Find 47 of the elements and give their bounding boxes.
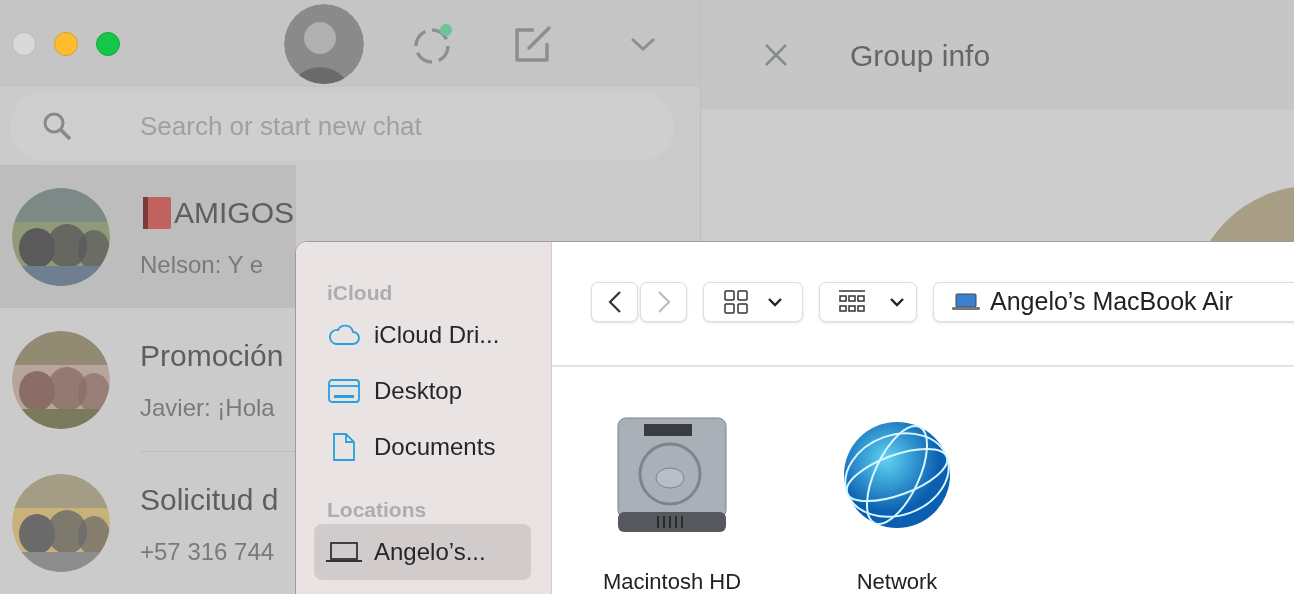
file-item[interactable]: Network bbox=[811, 415, 983, 594]
chat-preview: Javier: ¡Hola bbox=[140, 393, 275, 423]
sidebar-item[interactable]: iCloud Dri... bbox=[314, 307, 531, 363]
sidebar-label: Documents bbox=[374, 432, 496, 462]
sidebar-label: Desktop bbox=[374, 376, 463, 406]
chat-title: Promoción bbox=[140, 338, 284, 374]
profile-avatar[interactable] bbox=[284, 3, 364, 84]
cloud-icon bbox=[328, 324, 360, 346]
chat-preview: +57 316 744 bbox=[140, 536, 275, 567]
group-button[interactable] bbox=[819, 281, 917, 322]
laptop-icon bbox=[326, 541, 362, 563]
group-info-title: Group info bbox=[850, 37, 991, 74]
laptop-icon bbox=[952, 292, 980, 311]
icon-view-button[interactable] bbox=[703, 281, 803, 322]
sidebar-item[interactable]: Documents bbox=[314, 419, 531, 475]
sidebar-label: iCloud Dri... bbox=[374, 320, 500, 350]
globe-icon bbox=[842, 420, 952, 530]
chat-preview: Nelson: Y e bbox=[140, 250, 264, 280]
grid-icon bbox=[724, 289, 748, 314]
close-icon[interactable] bbox=[764, 43, 788, 67]
group-grid-icon bbox=[838, 289, 866, 314]
file-item[interactable]: Macintosh HD bbox=[586, 415, 758, 594]
search-icon bbox=[42, 111, 72, 142]
location-label: Angelo’s MacBook Air bbox=[990, 285, 1233, 317]
chat-title: AMIGOS bbox=[174, 195, 294, 231]
desktop-icon bbox=[328, 379, 360, 403]
file-name: Network bbox=[856, 568, 938, 594]
sidebar-heading: Locations bbox=[326, 497, 428, 523]
chevron-down-icon bbox=[890, 296, 904, 307]
zoom-window-button[interactable] bbox=[96, 31, 120, 56]
location-popup[interactable]: Angelo’s MacBook Air bbox=[933, 281, 1294, 322]
back-button[interactable] bbox=[591, 281, 638, 322]
sidebar-heading: iCloud bbox=[326, 280, 394, 306]
minimize-window-button[interactable] bbox=[54, 31, 78, 56]
book-icon bbox=[140, 194, 174, 231]
compose-icon[interactable] bbox=[514, 24, 554, 63]
file-name: Macintosh HD bbox=[602, 568, 742, 594]
sidebar-item[interactable]: Desktop bbox=[314, 363, 531, 419]
chat-title: Solicitud d bbox=[140, 481, 279, 518]
hard-disk-icon bbox=[614, 416, 730, 534]
sidebar-item[interactable]: Angelo’s... bbox=[314, 524, 531, 580]
status-icon[interactable] bbox=[412, 22, 454, 65]
sidebar-label: Angelo’s... bbox=[374, 537, 486, 567]
document-icon bbox=[332, 432, 356, 462]
chevron-down-icon[interactable] bbox=[630, 35, 656, 52]
close-window-button[interactable] bbox=[12, 31, 36, 56]
chevron-down-icon bbox=[768, 296, 782, 307]
